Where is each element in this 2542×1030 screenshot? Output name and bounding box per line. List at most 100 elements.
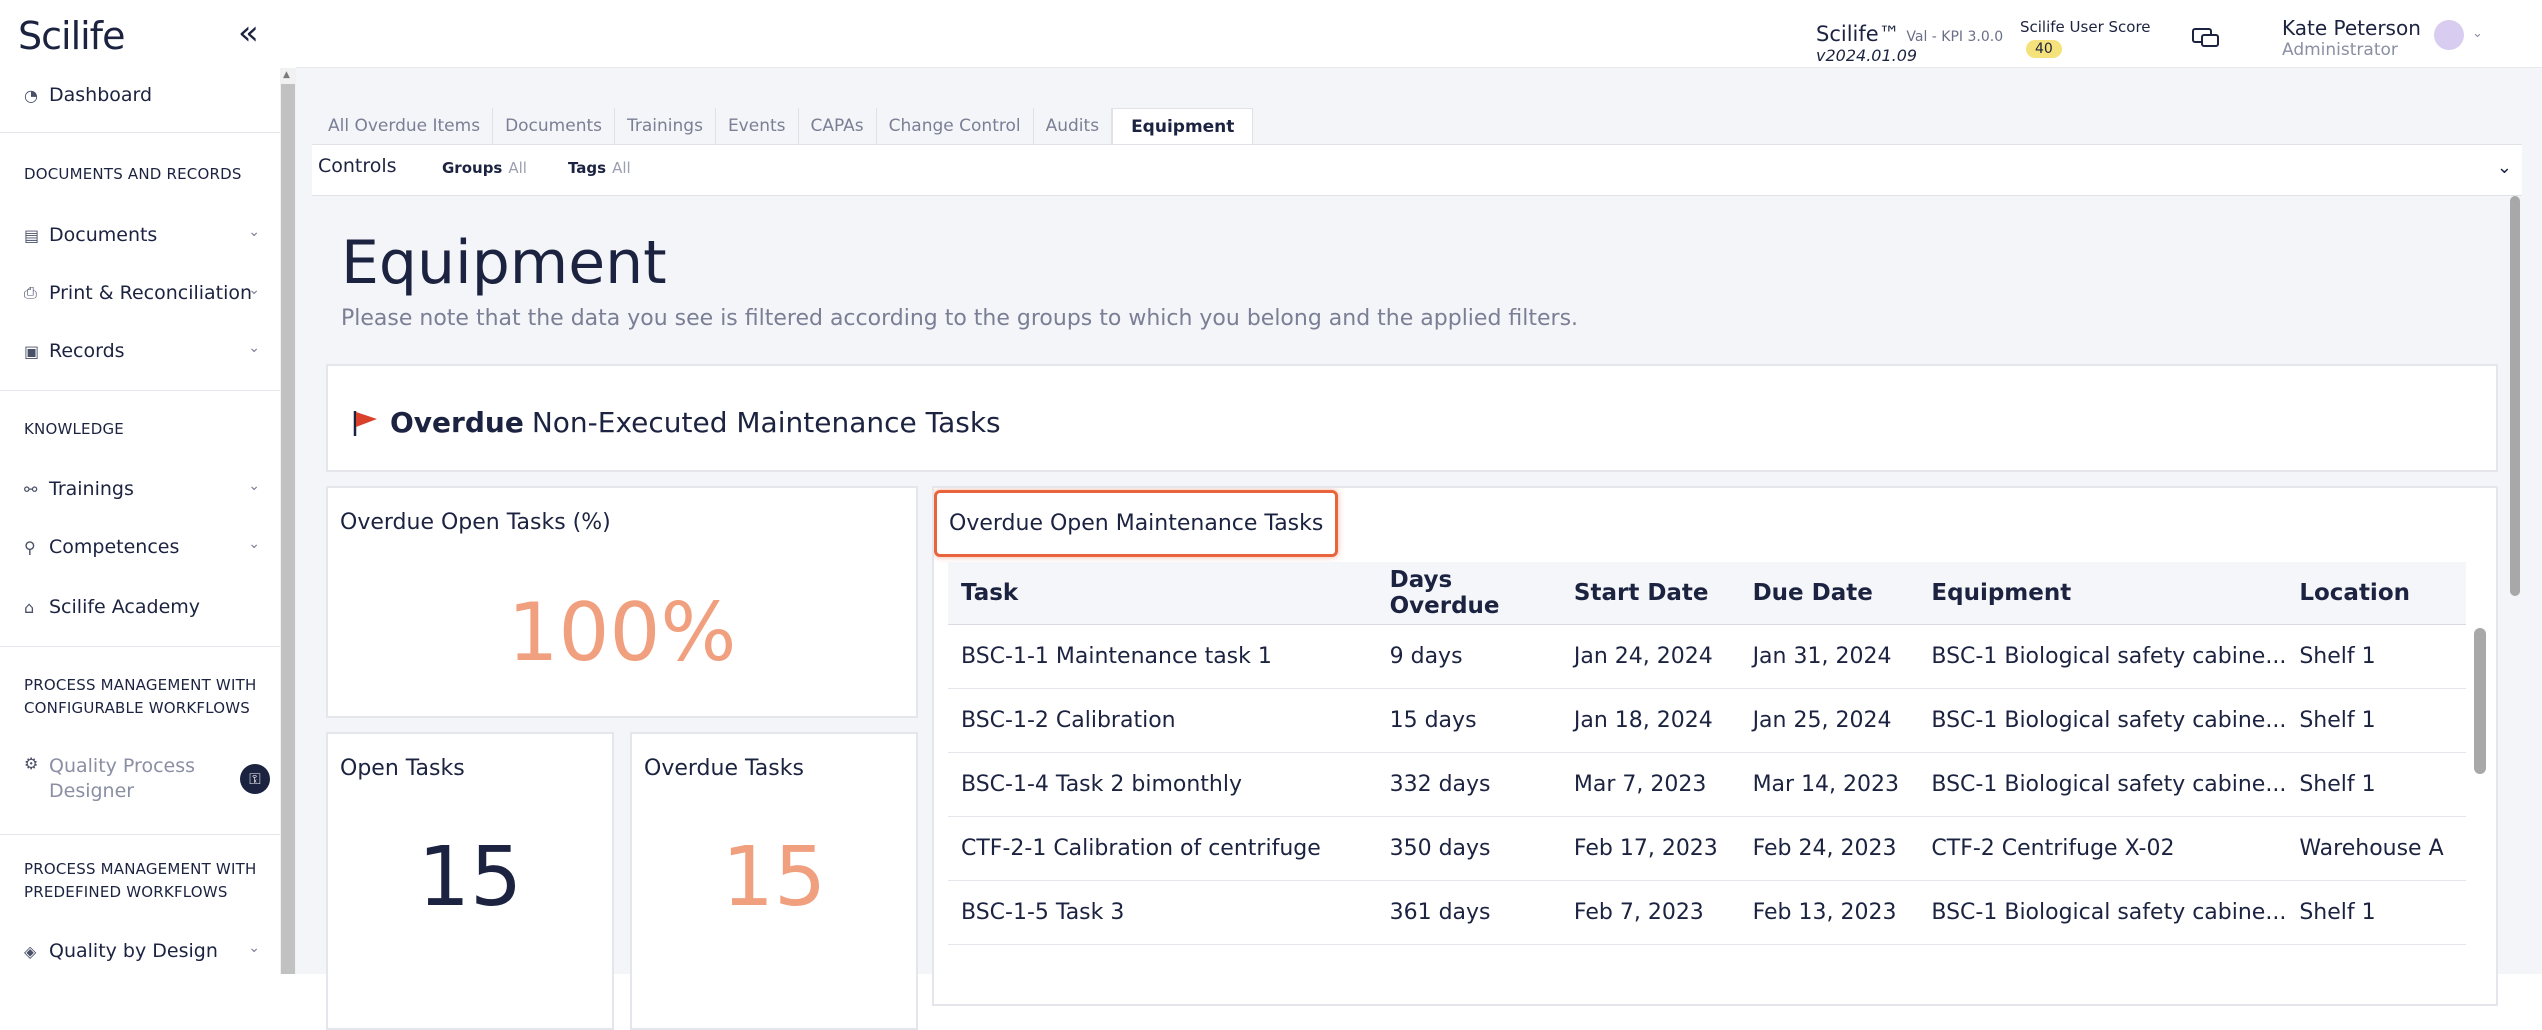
chevron-down-icon: ⌄: [248, 282, 260, 298]
cell-due-date: Feb 13, 2023: [1739, 880, 1919, 945]
cell-due-date: Feb 24, 2023: [1739, 816, 1919, 881]
cell-location: Shelf 1: [2286, 752, 2466, 817]
tab-equipment[interactable]: Equipment: [1112, 108, 1254, 144]
chat-icon[interactable]: [2192, 28, 2220, 50]
sidebar-item-print-reconciliation[interactable]: ⎙ Print & Reconciliation ⌄: [24, 282, 260, 304]
section-title: Overdue Non-Executed Maintenance Tasks: [350, 406, 1001, 439]
chevron-down-icon: ⌄: [248, 940, 260, 956]
section-configurable-workflows: PROCESS MANAGEMENT WITH CONFIGURABLE WOR…: [24, 676, 257, 717]
cell-days-overdue: 9 days: [1376, 624, 1561, 689]
page-title: Equipment: [341, 228, 667, 298]
cell-equipment: BSC-1 Biological safety cabine...: [1918, 752, 2287, 817]
column-header-start-date[interactable]: Start Date: [1560, 562, 1740, 625]
avatar[interactable]: [2434, 20, 2464, 50]
cell-due-date: Jan 31, 2024: [1739, 624, 1919, 689]
sidebar-scroll-thumb[interactable]: [281, 84, 295, 974]
column-header-due-date[interactable]: Due Date: [1739, 562, 1919, 625]
workflow-icon: ⚙: [24, 754, 39, 773]
sidebar-item-label: Dashboard: [49, 84, 153, 106]
sidebar-item-label: Competences: [49, 536, 180, 558]
column-header-location[interactable]: Location: [2286, 562, 2466, 625]
product-name: Scilife™ Val - KPI 3.0.0: [1816, 22, 2004, 46]
table-row[interactable]: BSC-1-2 Calibration 15 days Jan 18, 2024…: [948, 688, 2466, 753]
gauge-icon: ◔: [24, 85, 38, 105]
sidebar-item-trainings[interactable]: ⚯ Trainings ⌄: [24, 478, 260, 500]
cell-days-overdue: 350 days: [1376, 816, 1561, 881]
cell-task: BSC-1-2 Calibration: [948, 688, 1377, 753]
cell-start-date: Jan 24, 2024: [1560, 624, 1740, 689]
flag-icon: [353, 410, 377, 436]
table-row[interactable]: BSC-1-5 Task 3 361 days Feb 7, 2023 Feb …: [948, 880, 2466, 945]
records-icon: ▣: [24, 341, 40, 361]
expand-controls-icon[interactable]: ⌄: [2497, 157, 2512, 178]
cell-start-date: Jan 18, 2024: [1560, 688, 1740, 753]
column-header-task[interactable]: Task: [948, 562, 1377, 625]
kpi-value: 15: [417, 830, 523, 925]
tab-all-overdue-items[interactable]: All Overdue Items: [316, 108, 494, 144]
scroll-up-icon[interactable]: ▲: [283, 70, 290, 80]
cell-start-date: Feb 7, 2023: [1560, 880, 1740, 945]
sidebar-item-quality-process-designer[interactable]: ⚙ Quality Process Designer: [24, 754, 260, 804]
cell-equipment: BSC-1 Biological safety cabine...: [1918, 688, 2287, 753]
competence-icon: ⚲: [24, 537, 36, 557]
cell-days-overdue: 15 days: [1376, 688, 1561, 753]
sidebar-item-quality-by-design[interactable]: ◈ Quality by Design ⌄: [24, 940, 260, 962]
user-score-badge[interactable]: 40: [2026, 40, 2062, 58]
cell-due-date: Jan 25, 2024: [1739, 688, 1919, 753]
sidebar-item-scilife-academy[interactable]: ⌂ Scilife Academy: [24, 596, 260, 618]
cell-location: Shelf 1: [2286, 688, 2466, 753]
scilife-logo[interactable]: Scilife: [18, 14, 125, 58]
controls-label: Controls: [318, 155, 397, 177]
column-header-equipment[interactable]: Equipment: [1918, 562, 2287, 625]
column-header-days-overdue[interactable]: Days Overdue: [1376, 562, 1561, 625]
kpi-overdue-open-tasks-pct: Overdue Open Tasks (%) 100%: [326, 486, 918, 718]
overdue-tasks-table: Task Days Overdue Start Date Due Date Eq…: [948, 562, 2466, 945]
table-row[interactable]: BSC-1-4 Task 2 bimonthly 332 days Mar 7,…: [948, 752, 2466, 817]
lock-badge-icon: ⚿: [240, 764, 270, 794]
document-icon: ▤: [24, 225, 40, 245]
sidebar-item-documents[interactable]: ▤ Documents ⌄: [24, 224, 260, 246]
tab-trainings[interactable]: Trainings: [615, 108, 716, 144]
tab-events[interactable]: Events: [716, 108, 799, 144]
tab-audits[interactable]: Audits: [1034, 108, 1113, 144]
user-name[interactable]: Kate Peterson: [2282, 16, 2421, 40]
design-icon: ◈: [24, 941, 37, 961]
main-content: All Overdue Items Documents Trainings Ev…: [296, 68, 2542, 1030]
tab-capas[interactable]: CAPAs: [799, 108, 877, 144]
user-score-label: Scilife User Score: [2020, 18, 2151, 36]
cell-location: Shelf 1: [2286, 880, 2466, 945]
tags-filter[interactable]: Tags All: [568, 159, 631, 177]
chevron-down-icon[interactable]: ⌄: [2472, 26, 2483, 41]
sidebar-item-label: Trainings: [49, 478, 134, 500]
cell-equipment: BSC-1 Biological safety cabine...: [1918, 624, 2287, 689]
collapse-sidebar-icon[interactable]: «: [238, 16, 259, 50]
sidebar-item-label: Documents: [49, 224, 158, 246]
chevron-down-icon: ⌄: [248, 224, 260, 240]
main-scrollbar[interactable]: [2510, 196, 2520, 596]
sidebar-item-competences[interactable]: ⚲ Competences ⌄: [24, 536, 260, 558]
sidebar-item-label: Scilife Academy: [49, 596, 201, 618]
kpi-value: 100%: [507, 586, 737, 679]
kpi-value: 15: [721, 830, 827, 925]
sidebar-item-dashboard[interactable]: ◔ Dashboard: [24, 84, 260, 106]
cell-location: Warehouse A: [2286, 816, 2466, 881]
section-predefined-workflows: PROCESS MANAGEMENT WITH PREDEFINED WORKF…: [24, 860, 257, 901]
dumbbell-icon: ⚯: [24, 479, 38, 499]
graduation-cap-icon: ⌂: [24, 597, 35, 617]
table-scrollbar[interactable]: [2474, 628, 2486, 774]
table-row[interactable]: CTF-2-1 Calibration of centrifuge 350 da…: [948, 816, 2466, 881]
sidebar-item-records[interactable]: ▣ Records ⌄: [24, 340, 260, 362]
overdue-tasks-table-card: Overdue Open Maintenance Tasks Task Days…: [932, 486, 2498, 1006]
controls-bar: Controls Groups All Tags All ⌄: [312, 144, 2522, 196]
section-knowledge: KNOWLEDGE: [24, 420, 124, 438]
table-row[interactable]: BSC-1-1 Maintenance task 1 9 days Jan 24…: [948, 624, 2466, 689]
tab-documents[interactable]: Documents: [493, 108, 615, 144]
groups-filter[interactable]: Groups All: [442, 159, 527, 177]
cell-task: BSC-1-5 Task 3: [948, 880, 1377, 945]
product-version: v2024.01.09: [1816, 46, 1918, 65]
section-header-card: Overdue Non-Executed Maintenance Tasks: [326, 364, 2498, 472]
cell-start-date: Mar 7, 2023: [1560, 752, 1740, 817]
cell-equipment: CTF-2 Centrifuge X-02: [1918, 816, 2287, 881]
tab-change-control[interactable]: Change Control: [877, 108, 1034, 144]
user-role: Administrator: [2282, 40, 2398, 60]
